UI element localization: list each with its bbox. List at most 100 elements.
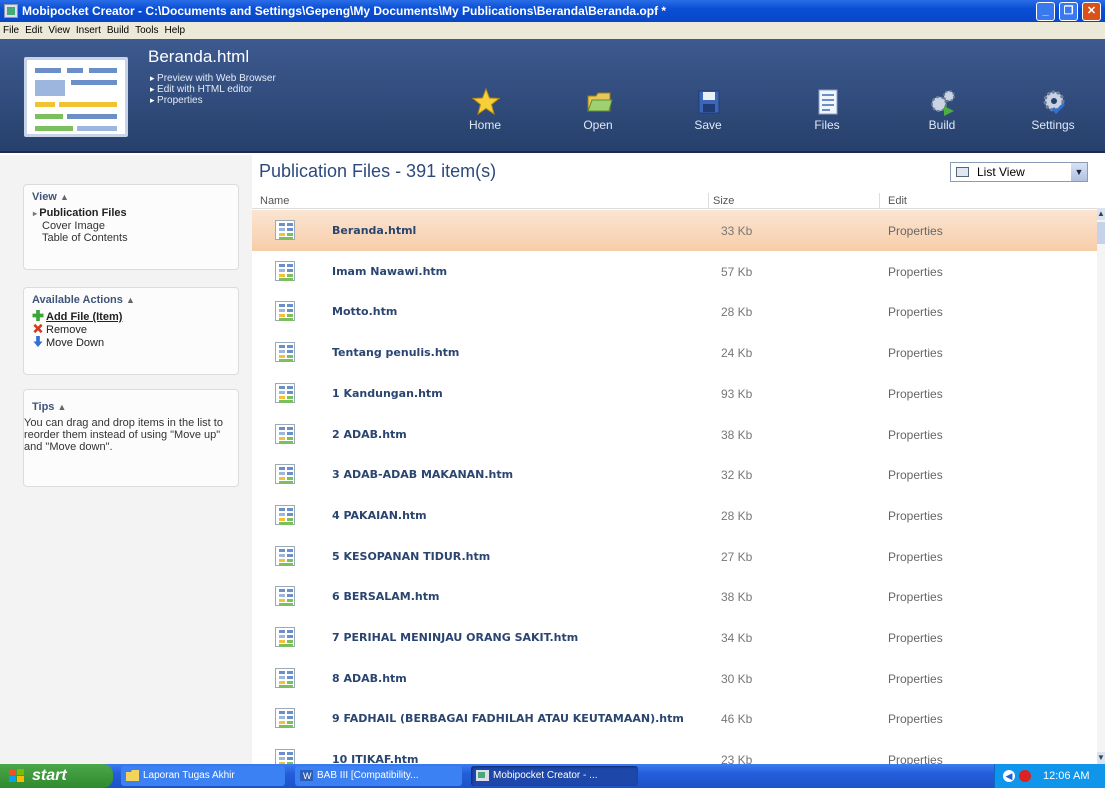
vertical-scrollbar[interactable]: ▲ ▼: [1097, 208, 1105, 764]
sidebar-item-table-of-contents[interactable]: Table of Contents: [32, 232, 230, 244]
menu-bar: File Edit View Insert Build Tools Help: [0, 22, 1105, 39]
file-properties-link[interactable]: Properties: [888, 590, 943, 604]
sidebar: View ▲ ▸ Publication Files Cover Image T…: [0, 155, 252, 764]
chevron-down-icon[interactable]: ▼: [1071, 163, 1087, 181]
file-row[interactable]: Beranda.html 33 Kb Properties: [252, 210, 1097, 251]
file-row[interactable]: 10 ITIKAF.htm 23 Kb Properties: [252, 739, 1097, 764]
html-file-icon: [275, 667, 295, 688]
column-size[interactable]: Size: [713, 195, 734, 207]
sidebar-item-cover-image[interactable]: Cover Image: [32, 220, 230, 232]
tips-panel-header[interactable]: Tips ▲: [32, 401, 230, 413]
menu-tools[interactable]: Tools: [132, 25, 161, 36]
file-properties-link[interactable]: Properties: [888, 346, 943, 360]
file-properties-link[interactable]: Properties: [888, 387, 943, 401]
file-row[interactable]: 9 FADHAIL (BERBAGAI FADHILAH ATAU KEUTAM…: [252, 698, 1097, 739]
file-properties-link[interactable]: Properties: [888, 753, 943, 764]
floppy-icon: [698, 90, 720, 114]
file-properties-link[interactable]: Properties: [888, 550, 943, 564]
file-size: 30 Kb: [721, 671, 753, 686]
toolbar-home-label: Home: [468, 118, 501, 132]
remove-button[interactable]: Remove: [32, 323, 230, 336]
file-name[interactable]: 7 PERIHAL MENINJAU ORANG SAKIT.htm: [332, 631, 712, 644]
file-properties-link[interactable]: Properties: [888, 305, 943, 319]
file-row[interactable]: 3 ADAB-ADAB MAKANAN.htm 32 Kb Properties: [252, 454, 1097, 495]
file-name[interactable]: Imam Nawawi.htm: [332, 265, 712, 278]
file-name[interactable]: 4 PAKAIAN.htm: [332, 509, 712, 522]
menu-help[interactable]: Help: [161, 25, 188, 36]
folder-icon: [587, 92, 613, 112]
edit-html-link[interactable]: Edit with HTML editor: [150, 84, 252, 95]
minimize-button[interactable]: _: [1036, 2, 1055, 21]
file-properties-link[interactable]: Properties: [888, 265, 943, 279]
tray-arrow-icon[interactable]: ◀: [1003, 770, 1015, 782]
file-name[interactable]: 6 BERSALAM.htm: [332, 590, 712, 603]
app-icon[interactable]: [4, 4, 18, 18]
html-file-icon: [275, 220, 295, 240]
column-divider[interactable]: [708, 193, 709, 209]
file-row[interactable]: Tentang penulis.htm 24 Kb Properties: [252, 332, 1097, 373]
file-size: 33 Kb: [721, 224, 753, 238]
file-row[interactable]: Motto.htm 28 Kb Properties: [252, 291, 1097, 332]
sidebar-item-publication-files[interactable]: ▸ Publication Files: [32, 207, 230, 220]
start-button[interactable]: start: [0, 764, 113, 788]
file-row[interactable]: 5 KESOPANAN TIDUR.htm 27 Kb Properties: [252, 536, 1097, 577]
file-name[interactable]: 3 ADAB-ADAB MAKANAN.htm: [332, 468, 712, 481]
file-row[interactable]: 4 PAKAIAN.htm 28 Kb Properties: [252, 495, 1097, 536]
menu-file[interactable]: File: [0, 25, 22, 36]
task-laporan[interactable]: Laporan Tugas Akhir: [121, 766, 285, 786]
actions-panel-header[interactable]: Available Actions ▲: [32, 294, 230, 306]
task-bab-iii[interactable]: W BAB III [Compatibility...: [295, 766, 462, 786]
file-row[interactable]: Imam Nawawi.htm 57 Kb Properties: [252, 251, 1097, 292]
close-button[interactable]: ✕: [1082, 2, 1101, 21]
menu-insert[interactable]: Insert: [73, 25, 104, 36]
file-name[interactable]: Beranda.html: [332, 224, 712, 237]
file-name[interactable]: 8 ADAB.htm: [332, 672, 712, 685]
file-row[interactable]: 6 BERSALAM.htm 38 Kb Properties: [252, 576, 1097, 617]
file-properties-link[interactable]: Properties: [888, 428, 943, 442]
add-file-button[interactable]: Add File (Item): [32, 310, 230, 323]
menu-build[interactable]: Build: [104, 25, 132, 36]
file-name[interactable]: 10 ITIKAF.htm: [332, 753, 712, 764]
file-size: 57 Kb: [721, 264, 753, 279]
file-row[interactable]: 1 Kandungan.htm 93 Kb Properties: [252, 373, 1097, 414]
scroll-up-button[interactable]: ▲: [1097, 208, 1105, 220]
menu-view[interactable]: View: [45, 25, 73, 36]
column-header: Name Size Edit: [252, 193, 1105, 209]
view-panel-header[interactable]: View ▲: [32, 191, 230, 203]
file-name[interactable]: Tentang penulis.htm: [332, 346, 712, 359]
restore-button[interactable]: ❐: [1059, 2, 1078, 21]
file-properties-link[interactable]: Properties: [888, 631, 943, 645]
properties-link[interactable]: Properties: [150, 95, 203, 106]
file-name[interactable]: 1 Kandungan.htm: [332, 387, 712, 400]
view-select[interactable]: List View ▼: [950, 162, 1088, 182]
file-name[interactable]: Motto.htm: [332, 305, 712, 318]
file-row[interactable]: 2 ADAB.htm 38 Kb Properties: [252, 414, 1097, 455]
collapse-icon[interactable]: ▲: [60, 192, 69, 202]
file-name[interactable]: 5 KESOPANAN TIDUR.htm: [332, 550, 712, 563]
security-alert-icon[interactable]: [1019, 770, 1031, 782]
menu-edit[interactable]: Edit: [22, 25, 45, 36]
scroll-down-button[interactable]: ▼: [1097, 752, 1105, 764]
file-properties-link[interactable]: Properties: [888, 224, 943, 238]
window-titlebar: Mobipocket Creator - C:\Documents and Se…: [0, 0, 1105, 22]
view-panel-title: View: [32, 191, 57, 203]
file-properties-link[interactable]: Properties: [888, 509, 943, 523]
file-properties-link[interactable]: Properties: [888, 712, 943, 726]
column-divider[interactable]: [879, 193, 880, 209]
column-name[interactable]: Name: [260, 195, 289, 207]
column-edit[interactable]: Edit: [888, 195, 907, 207]
file-name[interactable]: 2 ADAB.htm: [332, 428, 712, 441]
file-name[interactable]: 9 FADHAIL (BERBAGAI FADHILAH ATAU KEUTAM…: [332, 712, 712, 725]
file-row[interactable]: 7 PERIHAL MENINJAU ORANG SAKIT.htm 34 Kb P…: [252, 617, 1097, 658]
collapse-icon[interactable]: ▲: [57, 402, 66, 412]
html-file-icon: [275, 260, 295, 281]
file-row[interactable]: 8 ADAB.htm 30 Kb Properties: [252, 658, 1097, 699]
move-down-button[interactable]: Move Down: [32, 336, 230, 349]
collapse-icon[interactable]: ▲: [126, 295, 135, 305]
task-mobipocket[interactable]: Mobipocket Creator - ...: [471, 766, 638, 786]
scroll-thumb[interactable]: [1097, 222, 1105, 244]
file-properties-link[interactable]: Properties: [888, 468, 943, 482]
file-properties-link[interactable]: Properties: [888, 672, 943, 686]
preview-browser-link[interactable]: Preview with Web Browser: [150, 73, 276, 84]
clock[interactable]: 12:06 AM: [1043, 764, 1089, 788]
